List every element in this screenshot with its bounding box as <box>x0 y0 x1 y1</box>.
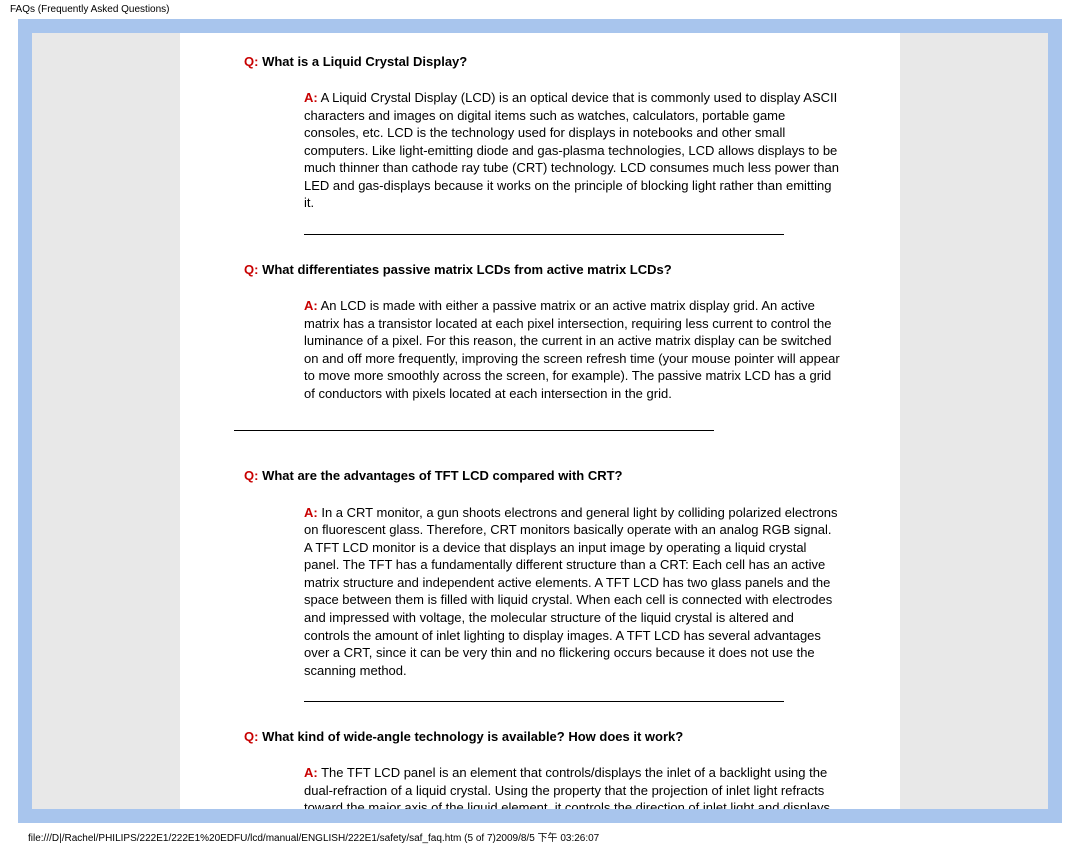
divider <box>234 430 714 431</box>
faq-question: Q: What are the advantages of TFT LCD co… <box>244 467 840 485</box>
a-text: An LCD is made with either a passive mat… <box>304 298 840 401</box>
document-page: Q: What is a Liquid Crystal Display? A: … <box>180 33 900 823</box>
q-text: What is a Liquid Crystal Display? <box>258 54 467 69</box>
header-title: FAQs (Frequently Asked Questions) <box>0 0 1080 19</box>
divider <box>304 234 784 235</box>
document-frame: Q: What is a Liquid Crystal Display? A: … <box>18 19 1062 823</box>
a-prefix: A: <box>304 765 318 780</box>
q-text: What kind of wide-angle technology is av… <box>258 729 683 744</box>
faq-question: Q: What differentiates passive matrix LC… <box>244 261 840 279</box>
faq-answer: A: The TFT LCD panel is an element that … <box>304 764 840 823</box>
q-prefix: Q: <box>244 54 258 69</box>
a-text: A Liquid Crystal Display (LCD) is an opt… <box>304 90 839 210</box>
faq-item-1: Q: What is a Liquid Crystal Display? A: … <box>180 53 900 235</box>
q-prefix: Q: <box>244 729 258 744</box>
faq-item-2: Q: What differentiates passive matrix LC… <box>180 261 900 431</box>
faq-question: Q: What is a Liquid Crystal Display? <box>244 53 840 71</box>
a-prefix: A: <box>304 505 318 520</box>
q-text: What are the advantages of TFT LCD compa… <box>258 468 622 483</box>
faq-question: Q: What kind of wide-angle technology is… <box>244 728 840 746</box>
faq-answer: A: In a CRT monitor, a gun shoots electr… <box>304 504 840 679</box>
a-text: The TFT LCD panel is an element that con… <box>304 765 830 823</box>
q-text: What differentiates passive matrix LCDs … <box>258 262 671 277</box>
a-prefix: A: <box>304 298 318 313</box>
a-prefix: A: <box>304 90 318 105</box>
faq-answer: A: An LCD is made with either a passive … <box>304 297 840 402</box>
footer-file-path: file:///D|/Rachel/PHILIPS/222E1/222E1%20… <box>28 829 599 844</box>
q-prefix: Q: <box>244 262 258 277</box>
divider <box>304 701 784 702</box>
a-text: In a CRT monitor, a gun shoots electrons… <box>304 505 838 678</box>
q-prefix: Q: <box>244 468 258 483</box>
faq-answer: A: A Liquid Crystal Display (LCD) is an … <box>304 89 840 212</box>
faq-item-3: Q: What are the advantages of TFT LCD co… <box>180 467 900 702</box>
faq-item-4: Q: What kind of wide-angle technology is… <box>180 728 900 823</box>
